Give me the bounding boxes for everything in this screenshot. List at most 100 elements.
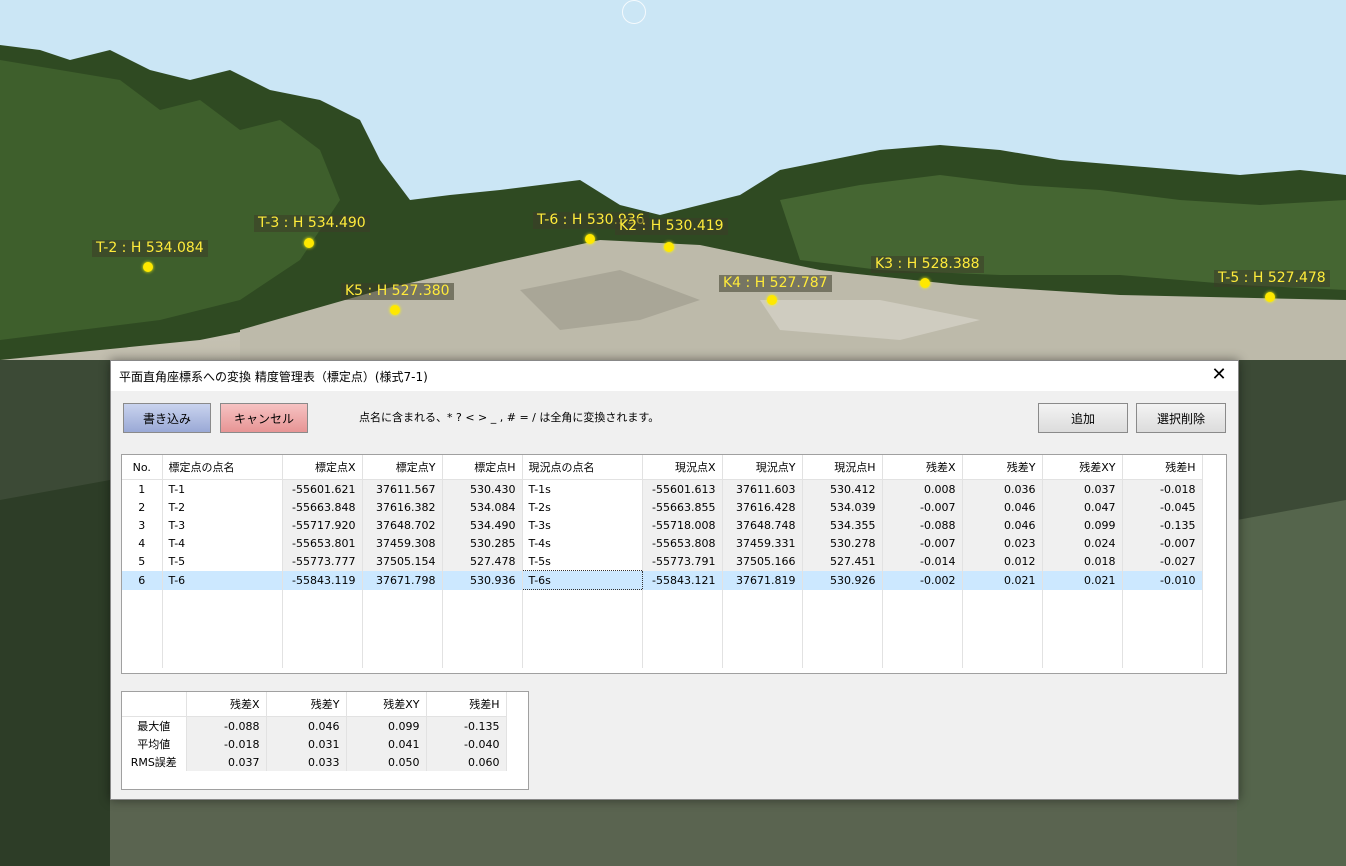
empty-cell[interactable]	[162, 589, 283, 668]
table-cell[interactable]: 6	[122, 570, 163, 590]
table-row[interactable]: 2 T-2 -55663.848 37616.382 534.084 T-2s -55663…	[122, 498, 1203, 516]
table-cell[interactable]: -0.088	[882, 516, 963, 534]
table-row[interactable]: 6 T-6 -55843.119 37671.798 530.936 T-6s -55843…	[122, 570, 1203, 590]
table-cell[interactable]: -0.045	[1122, 498, 1203, 516]
table-cell[interactable]: -55843.121	[642, 570, 723, 590]
table-cell[interactable]: 0.021	[962, 570, 1043, 590]
table-cell[interactable]: -55773.777	[282, 552, 363, 571]
marker-point-icon[interactable]	[304, 238, 314, 248]
empty-cell[interactable]	[282, 589, 363, 668]
close-icon[interactable]: ✕	[1208, 364, 1230, 386]
marker-point-icon[interactable]	[390, 305, 400, 315]
column-header[interactable]: 標定点H	[442, 455, 523, 480]
table-cell[interactable]: 0.024	[1042, 534, 1123, 552]
table-cell[interactable]: T-3s	[522, 516, 643, 534]
table-cell[interactable]: 37505.154	[362, 552, 443, 571]
table-cell[interactable]: -0.007	[882, 498, 963, 516]
table-row[interactable]: 4 T-4 -55653.801 37459.308 530.285 T-4s -55653…	[122, 534, 1203, 552]
column-header[interactable]: 現況点H	[802, 455, 883, 480]
column-header[interactable]: 残差XY	[1042, 455, 1123, 480]
table-cell[interactable]: T-5	[162, 552, 283, 571]
table-cell[interactable]: 37459.331	[722, 534, 803, 552]
table-cell[interactable]: 0.012	[962, 552, 1043, 571]
marker-point-icon[interactable]	[585, 234, 595, 244]
table-cell[interactable]: 0.018	[1042, 552, 1123, 571]
table-cell[interactable]: 530.285	[442, 534, 523, 552]
add-button[interactable]: 追加	[1038, 403, 1128, 433]
table-cell[interactable]: 527.478	[442, 552, 523, 571]
table-cell[interactable]: 5	[122, 552, 163, 571]
empty-cell[interactable]	[442, 589, 523, 668]
table-cell[interactable]: 530.926	[802, 570, 883, 590]
table-cell[interactable]: T-2	[162, 498, 283, 516]
table-cell[interactable]: 1	[122, 479, 163, 498]
column-header[interactable]: 残差Y	[962, 455, 1043, 480]
table-row[interactable]: 5 T-5 -55773.777 37505.154 527.478 T-5s -55773…	[122, 552, 1203, 571]
table-cell[interactable]: 534.355	[802, 516, 883, 534]
table-cell[interactable]: 0.008	[882, 479, 963, 498]
write-button[interactable]: 書き込み	[123, 403, 211, 433]
table-cell[interactable]: -55653.808	[642, 534, 723, 552]
table-cell[interactable]: 0.036	[962, 479, 1043, 498]
table-cell[interactable]: -55601.613	[642, 479, 723, 498]
table-cell[interactable]: 0.023	[962, 534, 1043, 552]
delete-selected-button[interactable]: 選択削除	[1136, 403, 1226, 433]
marker-point-icon[interactable]	[920, 278, 930, 288]
table-cell[interactable]: T-4	[162, 534, 283, 552]
empty-cell[interactable]	[122, 589, 163, 668]
marker-point-icon[interactable]	[767, 295, 777, 305]
table-cell[interactable]: 37616.428	[722, 498, 803, 516]
column-header[interactable]: No.	[122, 455, 163, 480]
table-cell[interactable]: 0.046	[962, 516, 1043, 534]
column-header[interactable]: 現況点Y	[722, 455, 803, 480]
table-cell[interactable]: 530.936	[442, 570, 523, 590]
empty-cell[interactable]	[642, 589, 723, 668]
control-point-grid[interactable]: No. 標定点の点名 標定点X 標定点Y 標定点H 現況点の点名 現況点X 現況…	[121, 454, 1227, 674]
table-cell[interactable]: -0.014	[882, 552, 963, 571]
table-cell[interactable]: 527.451	[802, 552, 883, 571]
table-cell[interactable]: -55717.920	[282, 516, 363, 534]
table-cell[interactable]: 37648.748	[722, 516, 803, 534]
table-cell[interactable]: -55663.855	[642, 498, 723, 516]
table-cell[interactable]: -55718.008	[642, 516, 723, 534]
table-cell[interactable]: 534.084	[442, 498, 523, 516]
table-cell[interactable]: 4	[122, 534, 163, 552]
table-cell[interactable]: -0.027	[1122, 552, 1203, 571]
table-cell[interactable]: 37648.702	[362, 516, 443, 534]
table-cell[interactable]: -55653.801	[282, 534, 363, 552]
empty-cell[interactable]	[522, 589, 643, 668]
table-cell[interactable]: 530.278	[802, 534, 883, 552]
empty-cell[interactable]	[882, 589, 963, 668]
table-cell[interactable]: T-5s	[522, 552, 643, 571]
column-header[interactable]: 標定点Y	[362, 455, 443, 480]
table-cell[interactable]: -0.018	[1122, 479, 1203, 498]
table-cell[interactable]: 37611.567	[362, 479, 443, 498]
table-cell[interactable]: 0.021	[1042, 570, 1123, 590]
table-cell[interactable]: T-6s	[521, 570, 643, 590]
table-cell[interactable]: -0.010	[1122, 570, 1203, 590]
table-cell[interactable]: -55601.621	[282, 479, 363, 498]
column-header[interactable]: 残差H	[1122, 455, 1203, 480]
table-row[interactable]: 3 T-3 -55717.920 37648.702 534.490 T-3s -55718…	[122, 516, 1203, 534]
table-row[interactable]: 1 T-1 -55601.621 37611.567 530.430 T-1s -55601…	[122, 479, 1203, 498]
table-cell[interactable]: 37671.798	[362, 570, 443, 590]
table-cell[interactable]: -0.135	[1122, 516, 1203, 534]
marker-point-icon[interactable]	[143, 262, 153, 272]
table-cell[interactable]: -0.007	[1122, 534, 1203, 552]
table-cell[interactable]: 530.430	[442, 479, 523, 498]
empty-cell[interactable]	[802, 589, 883, 668]
empty-row-area[interactable]	[122, 589, 1203, 668]
column-header[interactable]: 残差X	[882, 455, 963, 480]
column-header[interactable]: 現況点X	[642, 455, 723, 480]
table-cell[interactable]: T-1s	[522, 479, 643, 498]
table-cell[interactable]: 37671.819	[722, 570, 803, 590]
cancel-button[interactable]: キャンセル	[220, 403, 308, 433]
table-cell[interactable]: 37611.603	[722, 479, 803, 498]
table-cell[interactable]: 2	[122, 498, 163, 516]
table-cell[interactable]: 0.099	[1042, 516, 1123, 534]
table-cell[interactable]: 534.490	[442, 516, 523, 534]
table-cell[interactable]: T-4s	[522, 534, 643, 552]
table-cell[interactable]: 3	[122, 516, 163, 534]
empty-cell[interactable]	[362, 589, 443, 668]
marker-point-icon[interactable]	[664, 242, 674, 252]
